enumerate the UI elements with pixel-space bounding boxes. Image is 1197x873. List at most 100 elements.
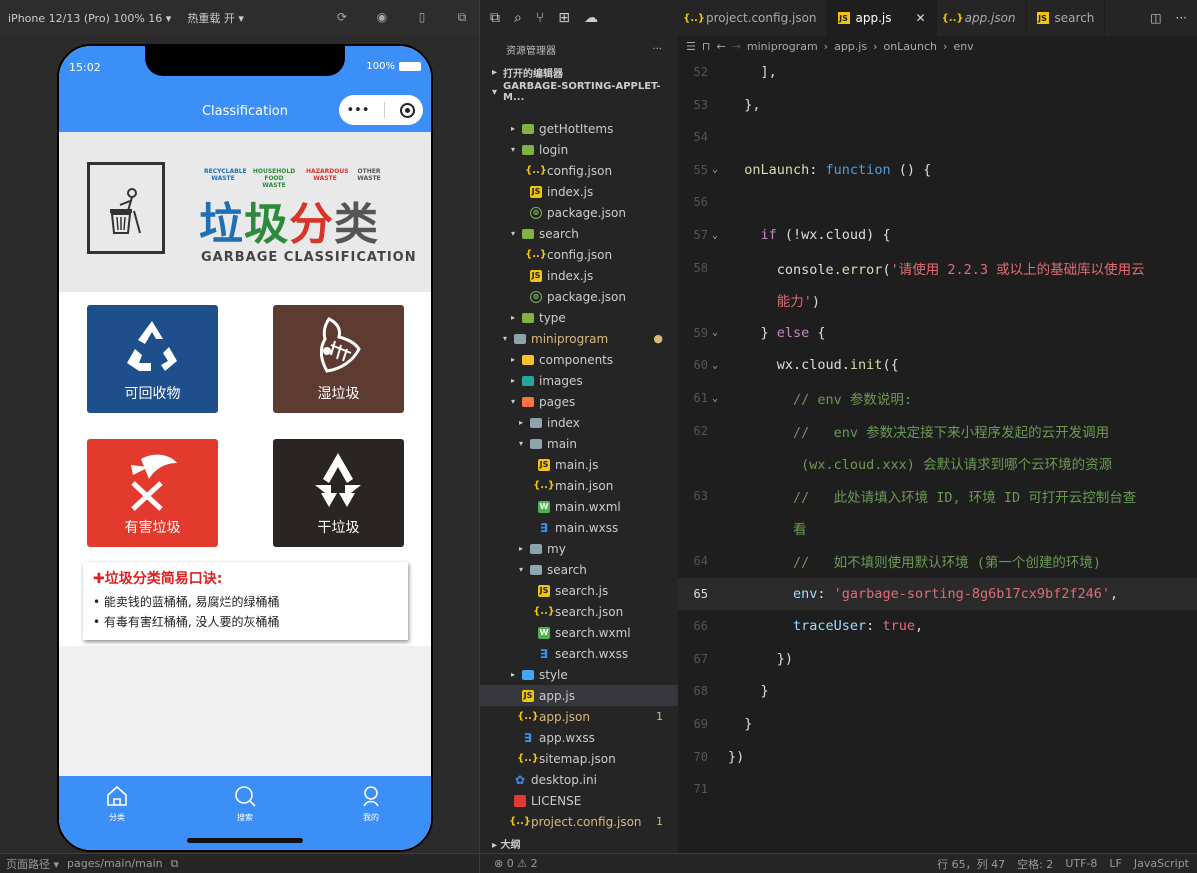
- js-file-icon: JS: [538, 584, 550, 597]
- file-tree-item[interactable]: JS index.js: [480, 265, 679, 286]
- file-tree-item[interactable]: JS main.js: [480, 454, 679, 475]
- fold-icon[interactable]: ⌄: [712, 327, 718, 338]
- file-tree-item[interactable]: ▸ type: [480, 307, 679, 328]
- file-tree-item[interactable]: ▸ images: [480, 370, 679, 391]
- extensions-icon[interactable]: ⊞: [558, 10, 570, 26]
- file-tree-item[interactable]: Wsearch.wxml: [480, 622, 679, 643]
- fold-icon[interactable]: ⌄: [712, 393, 718, 404]
- file-tree-item[interactable]: ∃ main.wxss: [480, 517, 679, 538]
- file-tree-item[interactable]: JS app.js: [480, 685, 679, 706]
- file-tree-item[interactable]: ▾ miniprogram ●: [480, 328, 679, 349]
- file-name: project.config.json: [531, 814, 642, 829]
- file-tree-item[interactable]: ▾ pages: [480, 391, 679, 412]
- fold-icon[interactable]: ⌄: [712, 230, 718, 241]
- breadcrumb-item[interactable]: env: [953, 40, 973, 53]
- tile-hazardous[interactable]: 有害垃圾: [87, 439, 218, 547]
- file-name: my: [547, 541, 566, 556]
- phone-icon[interactable]: ▯: [415, 10, 429, 24]
- triangle-arrows-icon: [315, 453, 361, 507]
- forward-icon[interactable]: →: [732, 40, 741, 53]
- phone-screen: 15:02 100% Classification ••• RECYCLABLE…: [57, 44, 433, 852]
- file-tree-item[interactable]: ⊜ package.json: [480, 286, 679, 307]
- tab-classify[interactable]: 分类: [87, 784, 147, 823]
- file-tree-item[interactable]: {..} sitemap.json: [480, 748, 679, 769]
- file-tree-item[interactable]: Wmain.wxml: [480, 496, 679, 517]
- outline-section[interactable]: ▸ 大纲: [480, 836, 679, 852]
- code-area[interactable]: 52 ], 53 }, 54 55 ⌄ onLaunch: function () {5…: [678, 56, 1197, 853]
- editor-tab[interactable]: JS search: [1027, 0, 1106, 36]
- file-tree-item[interactable]: ▾ login: [480, 139, 679, 160]
- more-menu-button[interactable]: •••: [346, 103, 369, 118]
- back-icon[interactable]: ←: [716, 40, 725, 53]
- file-tree-item[interactable]: ▸ style: [480, 664, 679, 685]
- status-item[interactable]: 行 65，列 47: [937, 856, 1005, 872]
- file-name: search.wxss: [555, 646, 629, 661]
- file-tree-item[interactable]: ∃ search.wxss: [480, 643, 679, 664]
- breadcrumb-item[interactable]: miniprogram: [747, 40, 818, 53]
- device-select[interactable]: iPhone 12/13 (Pro) 100% 16 ▾: [8, 12, 171, 25]
- wxml-file-icon: W: [538, 626, 550, 639]
- editor-tab[interactable]: {..} app.json: [937, 0, 1027, 36]
- fold-icon[interactable]: ⌄: [712, 164, 718, 175]
- editor-tab[interactable]: {..} project.config.json: [678, 0, 828, 36]
- tile-recyclable[interactable]: 可回收物: [87, 305, 218, 413]
- file-tree-item[interactable]: ▾ search: [480, 559, 679, 580]
- hot-reload-select[interactable]: 热重载 开 ▾: [187, 10, 244, 26]
- source-control-icon[interactable]: ⑂: [536, 10, 544, 26]
- breadcrumb-item[interactable]: app.js: [834, 40, 867, 53]
- file-tree-item[interactable]: {..} config.json: [480, 244, 679, 265]
- record-icon[interactable]: ◉: [375, 10, 389, 24]
- list-icon[interactable]: ☰: [686, 40, 696, 53]
- code-text: console.error('请使用 2.2.3 或以上的基础库以使用云: [728, 261, 1145, 278]
- split-editor-icon[interactable]: ◫: [1150, 11, 1161, 25]
- file-tree-item[interactable]: {..} config.json: [480, 160, 679, 181]
- file-tree-item[interactable]: {..} main.json: [480, 475, 679, 496]
- open-editors-section[interactable]: ▸ 打开的编辑器: [480, 62, 678, 82]
- tab-label: project.config.json: [706, 11, 817, 25]
- file-tree-item[interactable]: LICENSE: [480, 790, 679, 811]
- file-tree-item[interactable]: ▸ index: [480, 412, 679, 433]
- search-icon[interactable]: ⌕: [514, 10, 522, 26]
- file-tree-item[interactable]: ▸ components: [480, 349, 679, 370]
- files-icon[interactable]: ⧉: [490, 10, 500, 26]
- code-line: 能力'): [678, 284, 1197, 316]
- project-section[interactable]: ▾ GARBAGE-SORTING-APPLET-M...: [480, 81, 678, 103]
- tab-mine[interactable]: 我的: [341, 784, 401, 823]
- status-item[interactable]: 空格: 2: [1017, 856, 1053, 872]
- status-item[interactable]: UTF-8: [1065, 857, 1097, 870]
- bookmark-icon[interactable]: ⊓: [702, 40, 711, 53]
- cloud-icon[interactable]: ☁: [584, 10, 598, 26]
- tile-wet-waste[interactable]: 湿垃圾: [273, 305, 404, 413]
- fold-file-icon: [530, 438, 542, 449]
- file-tree-item[interactable]: {..} search.json: [480, 601, 679, 622]
- code-line: 54: [678, 121, 1197, 153]
- tile-dry-waste[interactable]: 干垃圾: [273, 439, 404, 547]
- tab-search[interactable]: 搜索: [215, 784, 275, 823]
- refresh-icon[interactable]: ⟳: [335, 10, 349, 24]
- breadcrumb-item[interactable]: onLaunch: [883, 40, 937, 53]
- file-tree-item[interactable]: JS index.js: [480, 181, 679, 202]
- file-tree-item[interactable]: ✿ desktop.ini: [480, 769, 679, 790]
- editor-tab[interactable]: JS app.js ✕: [827, 0, 937, 36]
- file-tree-item[interactable]: ▾ search: [480, 223, 679, 244]
- window-icon[interactable]: ⧉: [455, 10, 469, 24]
- problems-status[interactable]: ⊗ 0 ⚠ 2: [480, 853, 679, 873]
- close-tab-icon[interactable]: ✕: [916, 11, 926, 25]
- file-tree-item[interactable]: {..} project.config.json 1: [480, 811, 679, 832]
- file-tree-item[interactable]: ∃ app.wxss: [480, 727, 679, 748]
- status-item[interactable]: JavaScript: [1134, 857, 1189, 870]
- fold-icon[interactable]: ⌄: [712, 360, 718, 371]
- file-tree-item[interactable]: JS search.js: [480, 580, 679, 601]
- page-path-label[interactable]: 页面路径 ▾: [6, 856, 59, 872]
- file-tree-item[interactable]: ▾ main: [480, 433, 679, 454]
- status-item[interactable]: LF: [1109, 857, 1121, 870]
- file-tree-item[interactable]: {..} app.json 1: [480, 706, 679, 727]
- more-icon[interactable]: ···: [1176, 11, 1187, 25]
- close-app-button[interactable]: [400, 102, 416, 118]
- file-tree-item[interactable]: ▸ my: [480, 538, 679, 559]
- file-tree-item[interactable]: ▸ getHotItems: [480, 118, 679, 139]
- file-tree-item[interactable]: ⊜ package.json: [480, 202, 679, 223]
- copy-icon[interactable]: ⧉: [171, 857, 179, 871]
- code-line: 52 ],: [678, 56, 1197, 88]
- more-actions-button[interactable]: ···: [652, 44, 662, 55]
